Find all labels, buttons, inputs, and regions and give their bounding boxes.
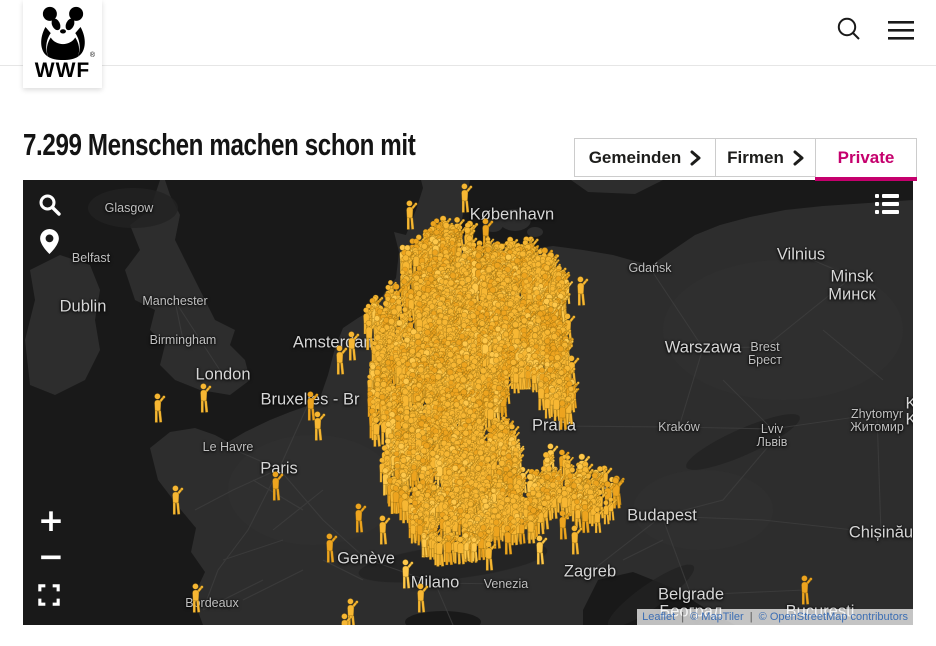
- person-marker[interactable]: [560, 510, 571, 539]
- map-search-icon: [38, 193, 62, 217]
- page-title: 7.299 Menschen machen schon mit: [23, 128, 415, 162]
- registered-mark: ®: [90, 52, 95, 59]
- person-marker[interactable]: [193, 583, 204, 612]
- zoom-controls: + −: [38, 510, 64, 607]
- osm-link[interactable]: © OpenStreetMap contributors: [759, 611, 908, 623]
- tab-label: Firmen: [727, 148, 784, 168]
- tab-firmen[interactable]: Firmen: [715, 138, 815, 177]
- person-marker[interactable]: [403, 559, 414, 588]
- person-marker[interactable]: [315, 411, 326, 440]
- search-button[interactable]: [832, 14, 866, 48]
- person-marker[interactable]: [595, 507, 605, 533]
- person-marker[interactable]: [380, 515, 391, 544]
- person-marker[interactable]: [537, 535, 548, 564]
- attribution-separator: |: [750, 611, 753, 623]
- leaflet-link[interactable]: Leaflet: [642, 611, 675, 623]
- wwf-page: WWF ® 7.299 Menschen machen schon mit Ge…: [0, 0, 936, 646]
- fullscreen-button[interactable]: [38, 584, 64, 607]
- person-marker[interactable]: [349, 331, 360, 360]
- map-locate-button[interactable]: [40, 229, 59, 257]
- chevron-right-icon: [793, 150, 804, 166]
- person-markers-layer: [23, 180, 913, 625]
- map-search-button[interactable]: [38, 193, 62, 220]
- person-marker[interactable]: [327, 533, 338, 562]
- tab-label: Private: [838, 148, 895, 168]
- person-marker[interactable]: [462, 183, 473, 212]
- map-list-button[interactable]: [875, 193, 899, 218]
- list-icon: [875, 193, 899, 215]
- logo-wordmark: WWF: [35, 60, 90, 81]
- maptiler-link[interactable]: © MapTiler: [690, 611, 744, 623]
- person-marker[interactable]: [273, 471, 284, 500]
- chevron-right-icon: [690, 150, 701, 166]
- person-marker[interactable]: [572, 525, 583, 554]
- person-marker[interactable]: [173, 485, 184, 514]
- person-marker[interactable]: [608, 497, 617, 520]
- hamburger-menu-icon: [886, 18, 916, 42]
- person-marker[interactable]: [407, 200, 418, 229]
- person-marker[interactable]: [201, 383, 212, 412]
- zoom-out-button[interactable]: −: [38, 546, 64, 568]
- wwf-logo[interactable]: WWF ®: [23, 0, 102, 88]
- tab-bar: Gemeinden Firmen Private: [574, 138, 917, 177]
- active-tab-underline: [815, 177, 917, 181]
- person-marker[interactable]: [802, 575, 813, 604]
- person-marker[interactable]: [155, 393, 166, 422]
- person-marker[interactable]: [486, 541, 497, 570]
- zoom-in-button[interactable]: +: [38, 510, 64, 532]
- map-attribution: Leaflet | © MapTiler | © OpenStreetMap c…: [637, 609, 913, 625]
- page-bottom-spacer: [0, 625, 936, 646]
- person-marker[interactable]: [418, 583, 429, 612]
- person-marker[interactable]: [356, 503, 367, 532]
- tab-label: Gemeinden: [589, 148, 682, 168]
- fullscreen-icon: [38, 584, 60, 606]
- panda-logo-icon: [35, 6, 91, 62]
- hamburger-menu-button[interactable]: [884, 14, 918, 48]
- map[interactable]: GlasgowBelfastDublinManchesterBirmingham…: [23, 180, 913, 625]
- location-pin-icon: [40, 229, 59, 254]
- site-header: [0, 0, 936, 66]
- tab-private[interactable]: Private: [815, 138, 917, 177]
- attribution-separator: |: [681, 611, 684, 623]
- tab-gemeinden[interactable]: Gemeinden: [574, 138, 715, 177]
- person-marker[interactable]: [578, 276, 589, 305]
- search-icon: [834, 15, 864, 45]
- person-marker[interactable]: [337, 345, 348, 374]
